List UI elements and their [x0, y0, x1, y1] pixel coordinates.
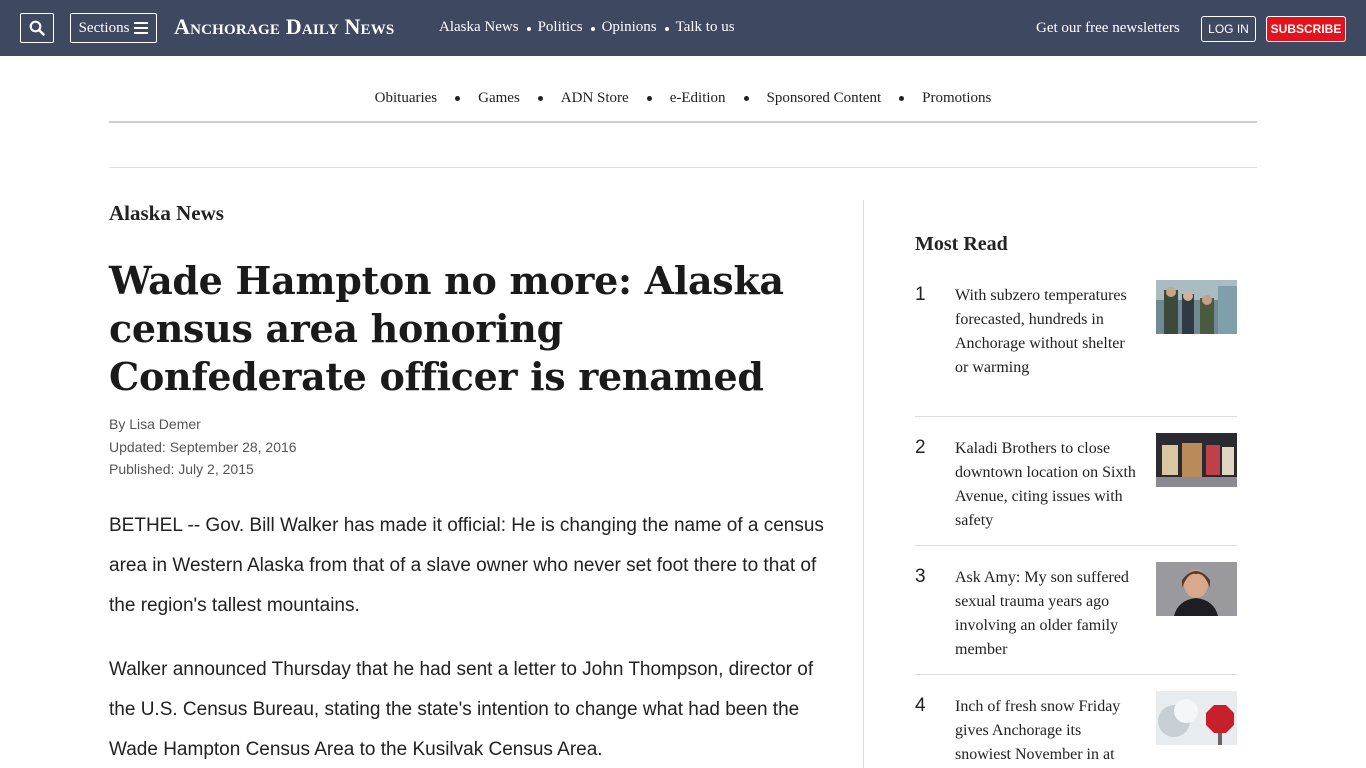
subnav-games[interactable]: Games [478, 90, 520, 107]
most-read-rank: 1 [915, 284, 926, 305]
most-read-headline[interactable]: With subzero temperatures forecasted, hu… [955, 284, 1140, 380]
article-byline[interactable]: By Lisa Demer [109, 416, 201, 432]
most-read-divider [915, 416, 1237, 417]
nav-separator [590, 26, 595, 31]
login-button[interactable]: LOG IN [1201, 16, 1256, 42]
article-paragraph: BETHEL -- Gov. Bill Walker has made it o… [109, 515, 824, 616]
ad-slot-divider [109, 167, 1257, 168]
subnav-obituaries[interactable]: Obituaries [375, 90, 437, 107]
secondary-nav: Obituaries Games ADN Store e-Edition Spo… [109, 90, 1257, 107]
most-read-heading: Most Read [915, 233, 1008, 255]
most-read-divider [915, 545, 1237, 546]
nav-talk-to-us[interactable]: Talk to us [676, 19, 735, 36]
nav-opinions[interactable]: Opinions [602, 19, 657, 36]
subnav-separator [743, 96, 749, 101]
most-read-rank: 3 [915, 566, 926, 587]
article-updated-date: Updated: September 28, 2016 [109, 439, 297, 455]
top-nav: Alaska News Politics Opinions Talk to us [439, 19, 735, 36]
column-divider [863, 200, 864, 768]
most-read-divider [915, 674, 1237, 675]
article-published-date: Published: July 2, 2015 [109, 461, 254, 477]
subnav-promotions[interactable]: Promotions [922, 90, 991, 107]
nav-politics[interactable]: Politics [538, 19, 583, 36]
subnav-separator [537, 96, 543, 101]
subnav-e-edition[interactable]: e-Edition [670, 90, 726, 107]
most-read-headline[interactable]: Kaladi Brothers to close downtown locati… [955, 437, 1140, 533]
sections-label: Sections [78, 19, 130, 36]
subnav-separator [899, 96, 905, 101]
nav-separator [526, 26, 531, 31]
subnav-divider [109, 121, 1257, 123]
site-logo[interactable]: Anchorage Daily News [174, 14, 394, 40]
subnav-sponsored-content[interactable]: Sponsored Content [767, 90, 882, 107]
subnav-separator [646, 96, 652, 101]
nav-alaska-news[interactable]: Alaska News [439, 19, 519, 36]
article-headline: Wade Hampton no more: Alaska census area… [109, 258, 784, 399]
subnav-separator [455, 96, 461, 101]
top-bar: Sections Anchorage Daily News Alaska New… [0, 0, 1366, 56]
sections-button[interactable]: Sections [70, 13, 157, 43]
most-read-headline[interactable]: Inch of fresh snow Friday gives Anchorag… [955, 695, 1140, 767]
article-paragraph: Walker announced Thursday that he had se… [109, 659, 814, 760]
subnav-adn-store[interactable]: ADN Store [561, 90, 629, 107]
most-read-rank: 2 [915, 437, 926, 458]
most-read-thumbnail[interactable] [1156, 280, 1237, 334]
search-button[interactable] [20, 13, 54, 43]
nav-separator [664, 26, 669, 31]
search-icon [29, 20, 45, 36]
most-read-thumbnail[interactable] [1156, 433, 1237, 487]
newsletter-link[interactable]: Get our free newsletters [1036, 20, 1180, 37]
subscribe-button[interactable]: SUBSCRIBE [1266, 16, 1346, 42]
most-read-thumbnail[interactable] [1156, 562, 1237, 616]
most-read-rank: 4 [915, 695, 926, 716]
most-read-thumbnail[interactable] [1156, 691, 1237, 745]
article-section-link[interactable]: Alaska News [109, 201, 224, 226]
hamburger-icon [134, 22, 149, 34]
most-read-headline[interactable]: Ask Amy: My son suffered sexual trauma y… [955, 566, 1140, 662]
